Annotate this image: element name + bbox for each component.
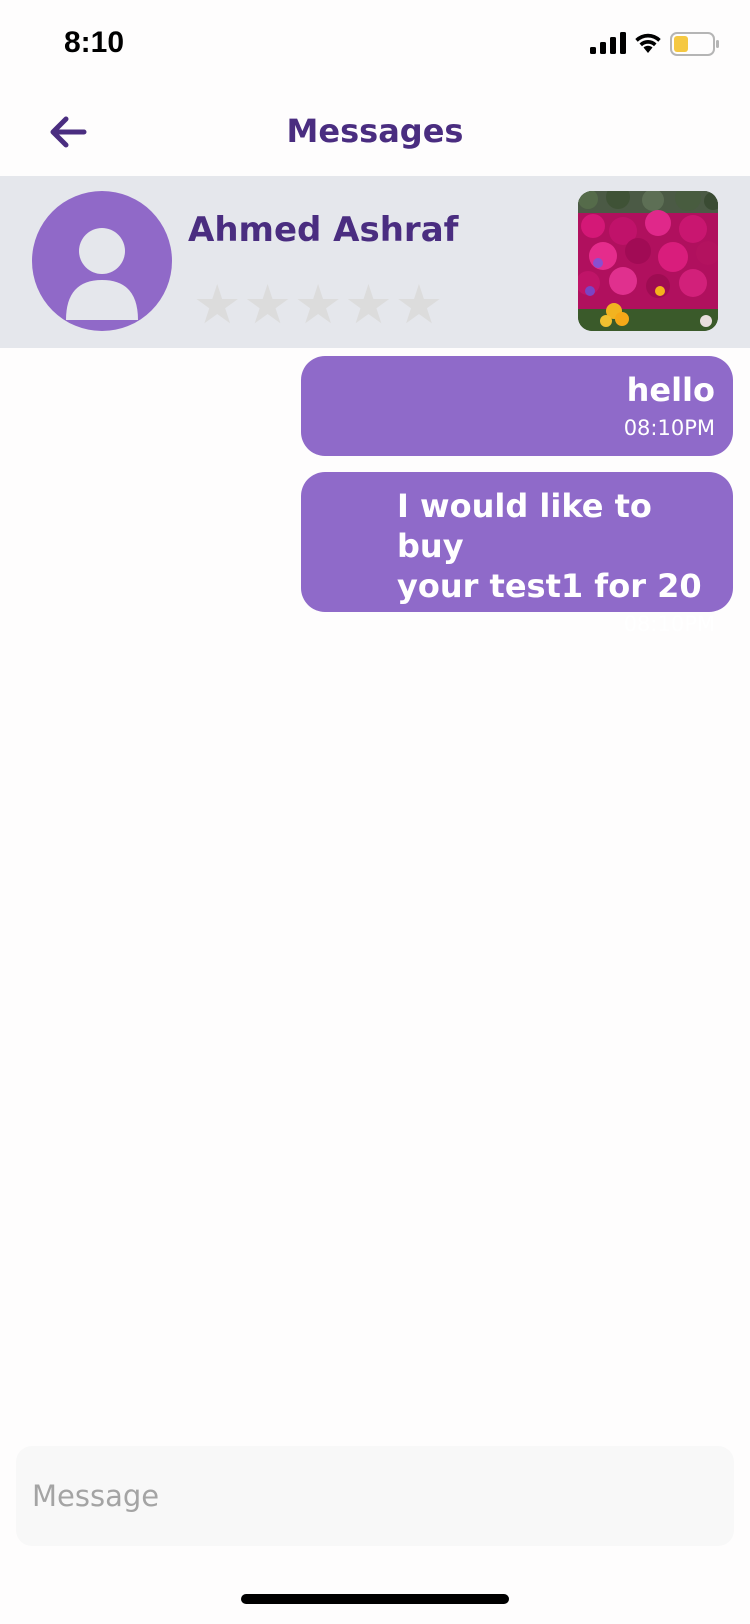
star-icon: ★	[193, 273, 242, 336]
chat-screen: 8:10 Messages Ahmed Ashraf ★ ★ ★ ★ ★ hel…	[0, 0, 750, 1624]
message-time: 08:10PM	[623, 612, 715, 636]
star-icon: ★	[293, 273, 343, 336]
header: Messages	[0, 90, 750, 176]
message-text: I would like to buy your test1 for 20	[397, 487, 702, 605]
message-bubble: hello 08:10PM	[301, 356, 733, 456]
rating-stars: ★ ★ ★ ★ ★	[193, 278, 443, 332]
message-text: hello	[626, 371, 715, 409]
contact-name: Ahmed Ashraf	[188, 210, 459, 250]
message-input[interactable]	[16, 1446, 734, 1546]
message-bubble: I would like to buy your test1 for 20 08…	[301, 472, 733, 636]
star-icon: ★	[243, 273, 292, 336]
signal-icon	[590, 32, 626, 54]
status-time: 8:10	[64, 26, 125, 59]
message-time: 08:10PM	[623, 416, 715, 440]
home-indicator[interactable]	[241, 1594, 509, 1604]
contact-card: Ahmed Ashraf ★ ★ ★ ★ ★	[0, 176, 750, 348]
user-icon	[66, 228, 138, 320]
message-composer	[16, 1446, 734, 1546]
flowers-photo	[578, 191, 718, 331]
wifi-icon	[635, 33, 661, 53]
status-bar: 8:10	[0, 0, 750, 90]
battery-icon	[670, 32, 719, 56]
page-title: Messages	[286, 112, 464, 150]
message-list[interactable]: hello 08:10PM I would like to buy your t…	[0, 348, 750, 1348]
star-icon: ★	[344, 273, 393, 336]
avatar[interactable]	[32, 191, 172, 331]
star-icon: ★	[394, 273, 444, 336]
product-thumbnail[interactable]	[578, 191, 718, 331]
